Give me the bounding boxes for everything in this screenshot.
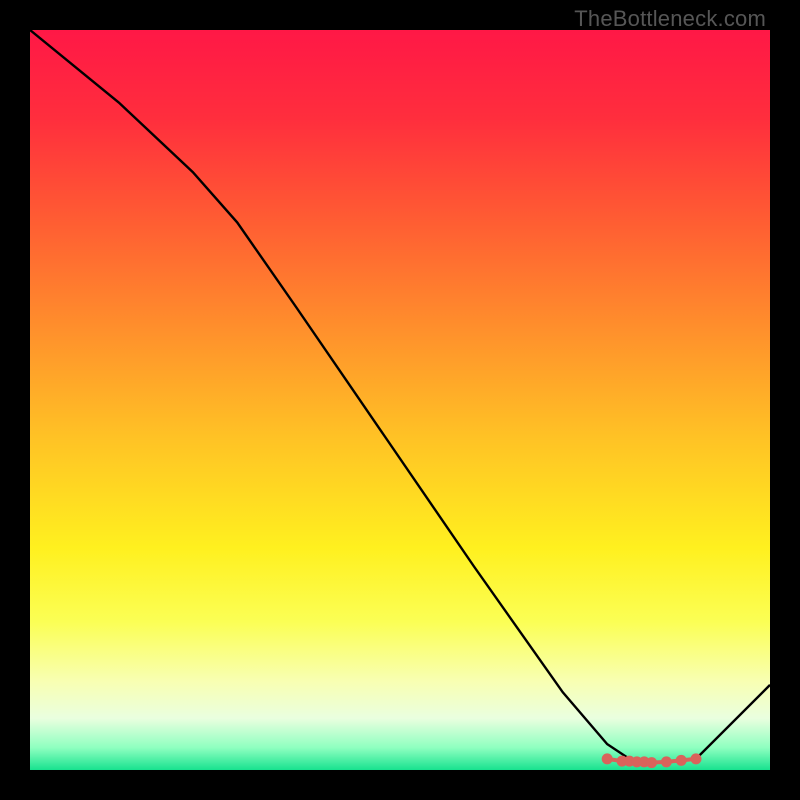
- marker-dot: [646, 757, 657, 768]
- marker-dot: [661, 756, 672, 767]
- marker-dot: [691, 753, 702, 764]
- marker-dot: [676, 755, 687, 766]
- chart-canvas: [30, 30, 770, 770]
- watermark-text: TheBottleneck.com: [574, 6, 766, 32]
- gradient-background: [30, 30, 770, 770]
- chart-frame: [30, 30, 770, 770]
- marker-dot: [602, 753, 613, 764]
